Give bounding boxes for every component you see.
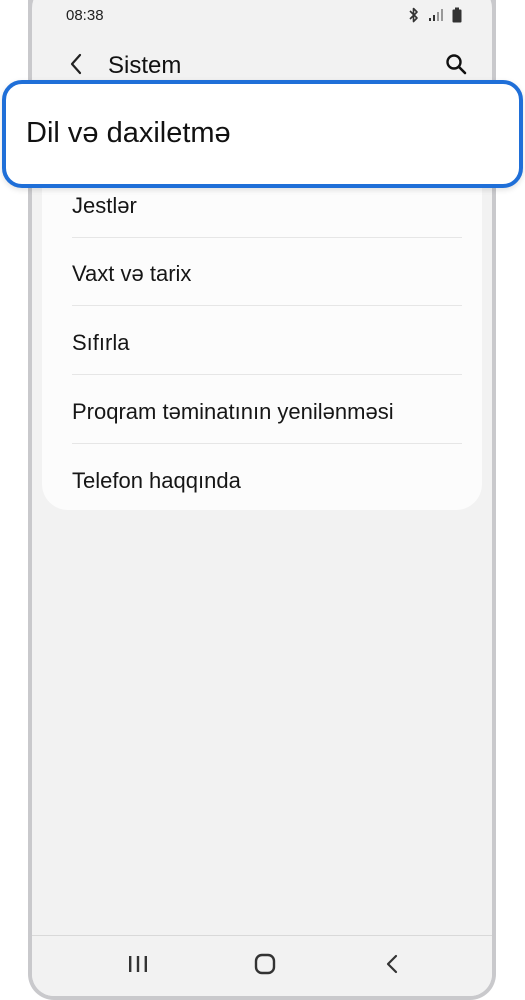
navigation-bar	[32, 935, 492, 996]
home-icon	[253, 952, 277, 981]
bluetooth-icon	[408, 7, 420, 23]
search-icon	[444, 52, 468, 81]
divider	[72, 305, 462, 306]
list-item-label: Dil və daxiletmə	[26, 117, 231, 149]
chevron-left-icon	[69, 53, 83, 80]
nav-back-button[interactable]	[372, 950, 412, 982]
divider	[72, 443, 462, 444]
list-item-label: Jestlər	[72, 193, 137, 218]
list-item-label: Telefon haqqında	[72, 468, 241, 493]
recent-apps-icon	[127, 954, 149, 979]
list-item-date-time[interactable]: Vaxt və tarix	[42, 238, 482, 306]
list-item-language-input[interactable]: Dil və daxiletmə	[2, 80, 523, 188]
list-item-reset[interactable]: Sıfırla	[42, 307, 482, 375]
signal-icon	[428, 8, 444, 22]
list-item-label: Vaxt və tarix	[72, 261, 192, 286]
status-icons	[408, 7, 462, 23]
back-button[interactable]	[62, 52, 90, 80]
status-bar: 08:38	[32, 0, 492, 32]
status-time: 08:38	[66, 7, 104, 24]
recent-apps-button[interactable]	[118, 950, 158, 982]
home-button[interactable]	[245, 950, 285, 982]
divider	[72, 374, 462, 375]
back-icon	[384, 953, 400, 980]
list-item-label: Sıfırla	[72, 330, 130, 355]
battery-icon	[452, 7, 462, 23]
page-title: Sistem	[108, 52, 182, 79]
list-item-software-update[interactable]: Proqram təminatının yenilənməsi	[42, 376, 482, 444]
list-item-label: Proqram təminatının yenilənməsi	[72, 399, 394, 424]
search-button[interactable]	[440, 50, 472, 82]
list-item-about-phone[interactable]: Telefon haqqında	[42, 445, 482, 510]
